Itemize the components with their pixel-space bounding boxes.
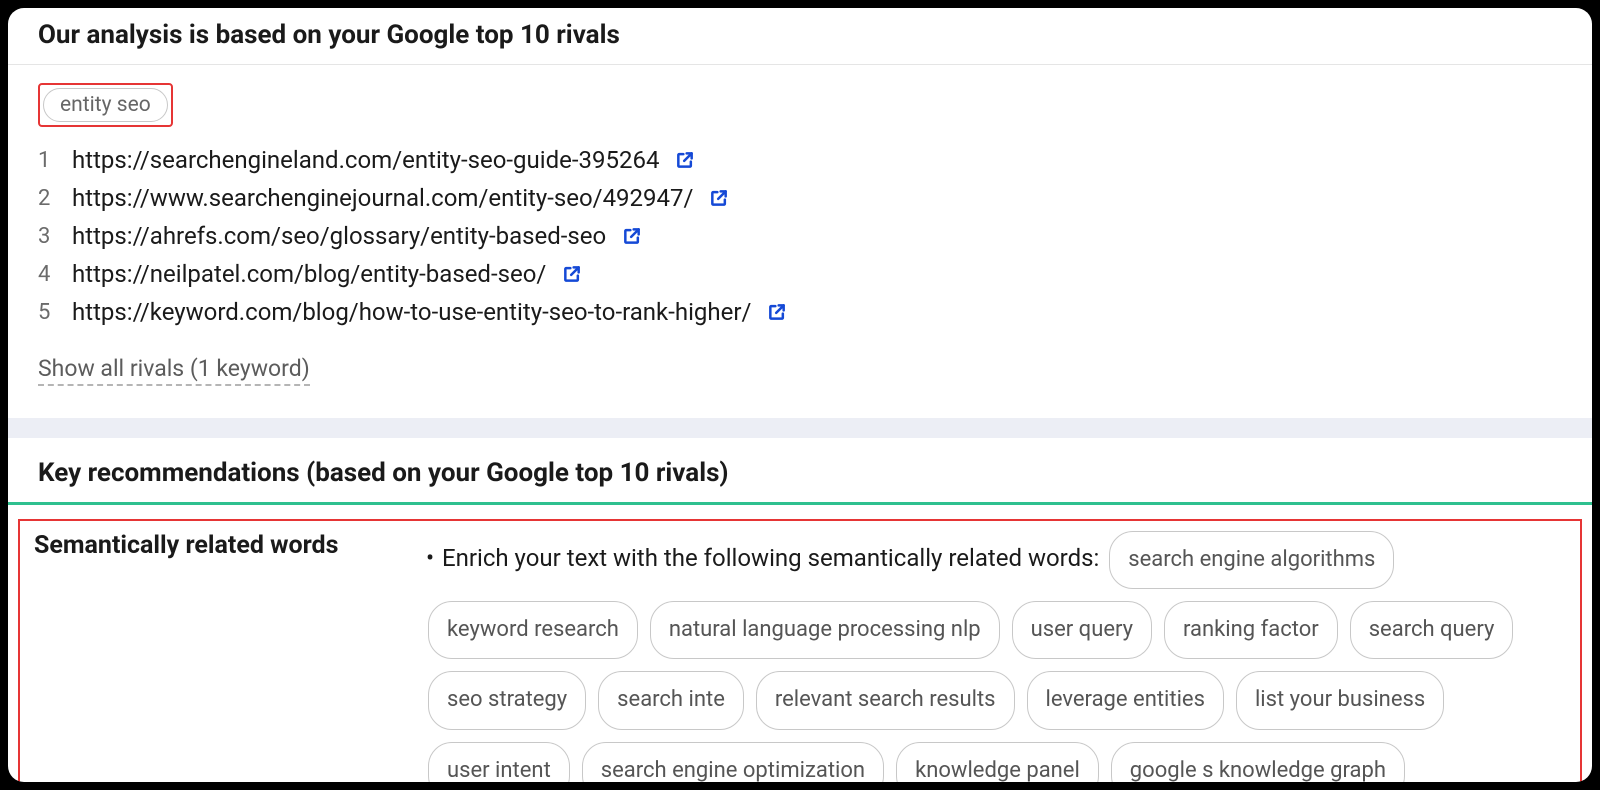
external-link-icon[interactable] (675, 150, 695, 170)
keyword-highlight-box: entity seo (38, 83, 173, 127)
rival-row: 2 https://www.searchenginejournal.com/ent… (38, 179, 1562, 217)
rival-number: 1 (38, 148, 56, 173)
related-word-pill[interactable]: keyword research (428, 601, 638, 659)
external-link-icon[interactable] (622, 226, 642, 246)
related-word-pill[interactable]: list your business (1236, 671, 1444, 729)
related-word-pill[interactable]: knowledge panel (896, 742, 1099, 782)
rival-url[interactable]: https://ahrefs.com/seo/glossary/entity-b… (72, 222, 606, 250)
show-all-rivals-link[interactable]: Show all rivals (1 keyword) (38, 355, 310, 386)
external-link-icon[interactable] (562, 264, 582, 284)
related-word-pill[interactable]: search engine algorithms (1109, 531, 1394, 589)
rival-number: 4 (38, 262, 56, 287)
related-word-pill[interactable]: google s knowledge graph (1111, 742, 1405, 782)
analysis-title: Our analysis is based on your Google top… (8, 8, 1592, 65)
rival-list: 1 https://searchengineland.com/entity-seo… (38, 141, 1562, 331)
recommendation-lead-inner: Enrich your text with the following sema… (442, 544, 1099, 572)
related-word-pill[interactable]: relevant search results (756, 671, 1015, 729)
rival-row: 5 https://keyword.com/blog/how-to-use-ent… (38, 293, 1562, 331)
related-word-pill[interactable]: user query (1012, 601, 1152, 659)
related-words-container: • Enrich your text with the following se… (424, 531, 1566, 782)
recommendation-lead-text: • Enrich your text with the following se… (424, 544, 1105, 572)
related-word-pill[interactable]: seo strategy (428, 671, 586, 729)
related-word-pill[interactable]: ranking factor (1164, 601, 1338, 659)
related-word-pill[interactable]: search query (1350, 601, 1514, 659)
recommendations-highlight-box: Semantically related words • Enrich your… (18, 519, 1582, 782)
rival-number: 2 (38, 186, 56, 211)
rival-number: 5 (38, 300, 56, 325)
rival-url[interactable]: https://neilpatel.com/blog/entity-based-… (72, 260, 546, 288)
rival-row: 4 https://neilpatel.com/blog/entity-based… (38, 255, 1562, 293)
keyword-pill[interactable]: entity seo (43, 88, 168, 122)
rival-row: 3 https://ahrefs.com/seo/glossary/entity-… (38, 217, 1562, 255)
related-word-pill[interactable]: search engine optimization (582, 742, 884, 782)
rival-url[interactable]: https://searchengineland.com/entity-seo-… (72, 146, 659, 174)
rivals-body: entity seo 1 https://searchengineland.com… (8, 65, 1592, 418)
rival-url[interactable]: https://www.searchenginejournal.com/enti… (72, 184, 693, 212)
rival-number: 3 (38, 224, 56, 249)
external-link-icon[interactable] (767, 302, 787, 322)
key-recommendations-title: Key recommendations (based on your Googl… (8, 438, 1592, 505)
related-word-pill[interactable]: search inte (598, 671, 744, 729)
rival-url[interactable]: https://keyword.com/blog/how-to-use-enti… (72, 298, 751, 326)
related-word-pill[interactable]: natural language processing nlp (650, 601, 1000, 659)
external-link-icon[interactable] (709, 188, 729, 208)
related-word-pill[interactable]: leverage entities (1027, 671, 1224, 729)
semantically-related-heading: Semantically related words (34, 531, 374, 560)
rival-row: 1 https://searchengineland.com/entity-seo… (38, 141, 1562, 179)
section-divider (8, 418, 1592, 438)
related-word-pill[interactable]: user intent (428, 742, 570, 782)
